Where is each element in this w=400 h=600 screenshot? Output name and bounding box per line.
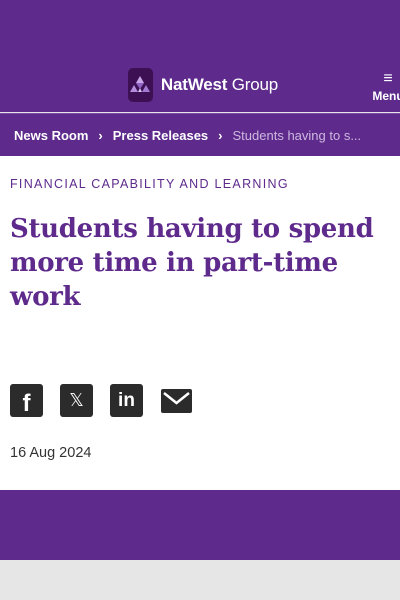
breadcrumb: News Room › Press Releases › Students ha… (0, 113, 400, 156)
breadcrumb-current-page: Students having to s... (232, 127, 362, 143)
email-icon[interactable] (160, 384, 193, 417)
article-category[interactable]: FINANCIAL CAPABILITY AND LEARNING (10, 177, 289, 191)
breadcrumb-press-releases[interactable]: Press Releases (113, 128, 208, 143)
publish-date: 16 Aug 2024 (10, 445, 92, 461)
natwest-logo[interactable]: NatWest Group (128, 68, 278, 102)
breadcrumb-news-room[interactable]: News Room (14, 128, 88, 143)
site-header: NatWest Group ≡ Menu (0, 0, 400, 112)
x-icon[interactable]: 𝕏 (60, 384, 93, 417)
article-content: FINANCIAL CAPABILITY AND LEARNING Studen… (0, 156, 400, 490)
brand-name: NatWest Group (160, 75, 278, 94)
chevron-right-icon: › (98, 127, 103, 143)
footer-band (0, 490, 400, 560)
hamburger-icon: ≡ (383, 70, 393, 87)
menu-label: Menu (372, 89, 400, 103)
share-bar: f 𝕏 in (10, 384, 210, 417)
article-title: Students having to spend more time in pa… (10, 214, 374, 312)
menu-button[interactable]: ≡ Menu (368, 70, 400, 104)
logo-mark-icon (128, 68, 153, 102)
chevron-right-icon: › (218, 127, 223, 143)
linkedin-icon[interactable]: in (110, 384, 143, 417)
facebook-icon[interactable]: f (10, 384, 43, 417)
